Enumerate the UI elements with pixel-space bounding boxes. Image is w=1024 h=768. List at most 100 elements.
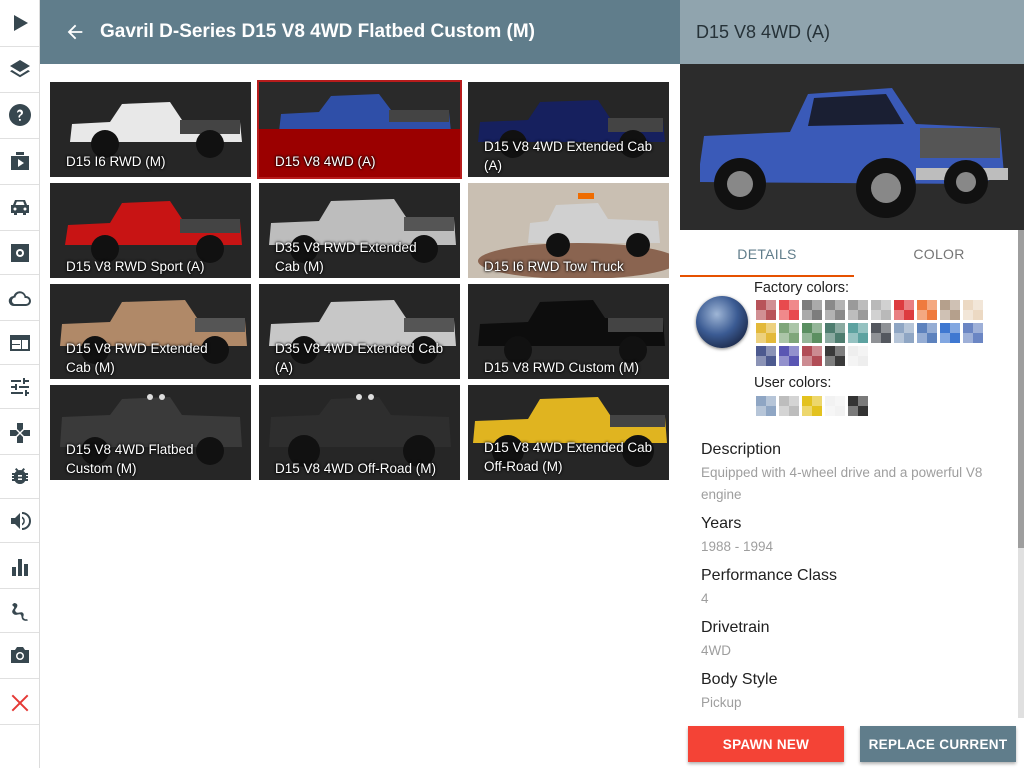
factory-color-swatch[interactable] — [963, 323, 983, 343]
tile-label: D35 V8 4WD Extended Cab (A) — [275, 341, 444, 375]
factory-color-swatch[interactable] — [825, 346, 845, 366]
factory-color-swatch[interactable] — [940, 300, 960, 320]
factory-color-swatch[interactable] — [779, 346, 799, 366]
factory-color-swatch[interactable] — [756, 323, 776, 343]
active-tab-indicator — [680, 275, 854, 277]
parts-icon[interactable] — [0, 230, 39, 276]
side-menu — [0, 0, 40, 768]
factory-color-swatch[interactable] — [848, 323, 868, 343]
vehicle-tile[interactable]: D15 I6 RWD (M) — [50, 82, 251, 177]
factory-color-swatch[interactable] — [825, 300, 845, 320]
vehicle-tile[interactable]: D15 V8 RWD Extended Cab (M) — [50, 284, 251, 379]
vehicle-tile[interactable]: D15 V8 4WD Off-Road (M) — [259, 385, 460, 480]
cloud-icon[interactable] — [0, 276, 39, 322]
tile-label: D15 I6 RWD Tow Truck — [484, 259, 624, 274]
tile-label: D15 V8 4WD Extended Cab (A) — [484, 139, 653, 173]
divider — [0, 408, 39, 409]
detail-tabs: DETAILS COLOR — [680, 230, 1024, 278]
camera-icon[interactable] — [0, 632, 39, 678]
play-icon[interactable] — [0, 0, 39, 46]
window-icon[interactable] — [0, 320, 39, 366]
detail-scrollbar[interactable] — [1018, 230, 1024, 718]
path-icon[interactable] — [0, 588, 39, 634]
factory-color-swatch[interactable] — [917, 323, 937, 343]
spawn-new-button[interactable]: SPAWN NEW — [688, 726, 844, 762]
factory-color-swatch[interactable] — [779, 323, 799, 343]
vehicle-tile[interactable]: D15 V8 4WD Extended Cab (A) — [468, 82, 669, 177]
factory-color-swatch[interactable] — [802, 346, 822, 366]
close-icon[interactable] — [0, 680, 39, 726]
vehicle-tile-selected[interactable]: D15 V8 4WD (A) — [257, 80, 462, 179]
factory-color-swatch[interactable] — [756, 300, 776, 320]
factory-color-swatch[interactable] — [917, 300, 937, 320]
help-icon[interactable] — [0, 92, 39, 138]
divider — [0, 364, 39, 365]
replace-current-button[interactable]: REPLACE CURRENT — [860, 726, 1016, 762]
bug-icon[interactable] — [0, 454, 39, 500]
detail-header: D15 V8 4WD (A) — [680, 0, 1024, 64]
tab-details[interactable]: DETAILS — [680, 230, 854, 278]
factory-color-swatch[interactable] — [779, 300, 799, 320]
factory-color-swatches — [756, 300, 983, 366]
tile-label: D15 V8 RWD Custom (M) — [484, 360, 640, 375]
tile-label: D15 I6 RWD (M) — [66, 154, 166, 169]
scrollbar-thumb[interactable] — [1018, 230, 1024, 548]
vehicle-tile[interactable]: D15 V8 RWD Sport (A) — [50, 183, 251, 278]
divider — [0, 184, 39, 185]
vehicle-tile[interactable]: D35 V8 4WD Extended Cab (A) — [259, 284, 460, 379]
factory-color-swatch[interactable] — [825, 323, 845, 343]
vehicle-tile[interactable]: D15 V8 4WD Flatbed Custom (M) — [50, 385, 251, 480]
divider — [0, 454, 39, 455]
chart-icon[interactable] — [0, 544, 39, 590]
sound-icon[interactable] — [0, 498, 39, 544]
user-colors-label: User colors: — [754, 375, 832, 391]
divider — [0, 92, 39, 93]
tile-label: D35 V8 RWD Extended Cab (M) — [275, 240, 417, 274]
tile-label: D15 V8 4WD (A) — [275, 154, 376, 169]
factory-color-swatch[interactable] — [848, 300, 868, 320]
factory-color-swatch[interactable] — [894, 300, 914, 320]
factory-color-swatch[interactable] — [963, 300, 983, 320]
factory-color-swatch[interactable] — [756, 346, 776, 366]
gamepad-icon[interactable] — [0, 410, 39, 456]
user-color-swatches — [756, 396, 983, 416]
description-value: Equipped with 4-wheel drive and a powerf… — [701, 465, 983, 502]
performance-class-value: 4 — [701, 591, 709, 606]
scenario-icon[interactable] — [0, 138, 39, 184]
user-color-swatch[interactable] — [825, 396, 845, 416]
page-title: Gavril D-Series D15 V8 4WD Flatbed Custo… — [100, 21, 535, 42]
back-button[interactable] — [64, 0, 104, 64]
tab-color[interactable]: COLOR — [854, 230, 1024, 278]
vehicle-tile[interactable]: D15 V8 RWD Custom (M) — [468, 284, 669, 379]
years-title: Years — [701, 515, 742, 532]
factory-color-swatch[interactable] — [802, 300, 822, 320]
factory-color-swatch[interactable] — [848, 346, 868, 366]
divider — [0, 46, 39, 47]
vehicle-grid: D15 I6 RWD (M) D15 V8 4WD (A) D15 V8 4WD… — [40, 64, 680, 768]
body-style-value: Pickup — [701, 695, 742, 710]
factory-color-swatch[interactable] — [940, 323, 960, 343]
user-color-swatch[interactable] — [779, 396, 799, 416]
divider — [0, 588, 39, 589]
detail-body: Factory colors: User colors: Description… — [680, 278, 1018, 718]
user-color-swatch[interactable] — [756, 396, 776, 416]
car-icon[interactable] — [0, 184, 39, 230]
vehicle-list-header: Gavril D-Series D15 V8 4WD Flatbed Custo… — [40, 0, 680, 64]
user-color-swatch[interactable] — [802, 396, 822, 416]
vehicle-tile[interactable]: D35 V8 RWD Extended Cab (M) — [259, 183, 460, 278]
years-value: 1988 - 1994 — [701, 539, 774, 554]
vehicle-tile[interactable]: D15 I6 RWD Tow Truck — [468, 183, 669, 278]
factory-color-swatch[interactable] — [894, 323, 914, 343]
tile-label: D15 V8 RWD Sport (A) — [66, 259, 205, 274]
tune-icon[interactable] — [0, 364, 39, 410]
factory-color-swatch[interactable] — [871, 300, 891, 320]
layers-icon[interactable] — [0, 46, 39, 92]
factory-color-swatch[interactable] — [871, 323, 891, 343]
divider — [0, 678, 39, 679]
user-color-swatch[interactable] — [848, 396, 868, 416]
divider — [0, 498, 39, 499]
factory-color-swatch[interactable] — [802, 323, 822, 343]
tile-label: D15 V8 4WD Extended Cab Off-Road (M) — [484, 440, 653, 474]
vehicle-tile[interactable]: D15 V8 4WD Extended Cab Off-Road (M) — [468, 385, 669, 480]
detail-title: D15 V8 4WD (A) — [696, 21, 831, 42]
